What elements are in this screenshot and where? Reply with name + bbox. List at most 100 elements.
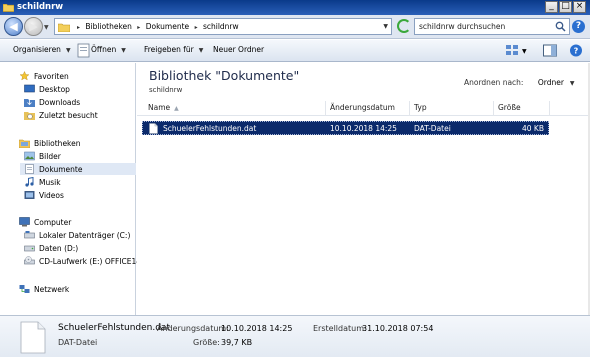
nav-item-computer[interactable]: Computer: [19, 216, 71, 228]
breadcrumb-documents[interactable]: Dokumente: [146, 22, 189, 31]
pictures-icon: [24, 151, 35, 161]
address-bar[interactable]: ▸ Bibliotheken ▸ Dokumente ▸ schildnrw ▼: [54, 18, 392, 35]
details-created-label: Erstelldatum:: [313, 324, 367, 333]
arrange-label: Anordnen nach:: [464, 78, 524, 87]
nav-item-downloads[interactable]: Downloads: [24, 96, 80, 108]
library-title: Bibliothek "Dokumente": [149, 68, 300, 83]
chevron-down-icon: ▼: [65, 47, 71, 54]
details-modified-value: 10.10.2018 14:25: [221, 324, 293, 333]
column-header-type[interactable]: Typ: [414, 103, 427, 112]
details-modified-label: Änderungsdatum:: [157, 324, 229, 333]
open-file-icon: [77, 43, 90, 58]
column-divider[interactable]: [549, 101, 550, 116]
nav-item-desktop[interactable]: Desktop: [24, 83, 70, 95]
help-icon[interactable]: ?: [572, 20, 585, 33]
network-icon: [19, 285, 30, 293]
column-header-name[interactable]: Name ▲: [148, 103, 179, 112]
chevron-right-icon[interactable]: ▸: [137, 24, 140, 31]
view-options-icon[interactable]: [504, 43, 520, 58]
folder-icon: [58, 23, 70, 32]
search-placeholder: schildnrw durchsuchen: [419, 22, 506, 31]
file-row[interactable]: SchuelerFehlstunden.dat 10.10.2018 14:25…: [142, 121, 549, 135]
hard-drive-icon: [24, 245, 35, 252]
nav-item-network[interactable]: Netzwerk: [19, 283, 69, 295]
chevron-down-icon[interactable]: ▼: [522, 48, 527, 55]
help-icon[interactable]: ?: [568, 43, 584, 58]
search-input[interactable]: schildnrw durchsuchen: [414, 18, 570, 35]
details-created-value: 31.10.2018 07:54: [362, 324, 434, 333]
nav-label: Bibliotheken: [34, 138, 81, 148]
history-dropdown-icon[interactable]: ▼: [44, 24, 49, 31]
nav-item-documents[interactable]: Dokumente: [20, 163, 136, 175]
recent-places-icon: [24, 112, 35, 120]
close-button[interactable]: ×: [573, 1, 586, 13]
nav-label: Dokumente: [39, 164, 83, 174]
new-folder-button[interactable]: Neuer Ordner: [213, 45, 264, 54]
downloads-folder-icon: [24, 99, 35, 107]
computer-icon: [19, 217, 30, 227]
nav-item-drive-c[interactable]: Lokaler Datenträger (C:): [24, 229, 130, 241]
svg-text:?: ?: [574, 47, 579, 56]
column-divider[interactable]: [325, 101, 326, 116]
nav-label: CD-Laufwerk (E:) OFFICE14: [39, 256, 142, 266]
share-button[interactable]: Freigeben für ▼: [144, 45, 203, 54]
nav-item-drive-d[interactable]: Daten (D:): [24, 242, 78, 254]
nav-item-libraries[interactable]: Bibliotheken: [19, 137, 81, 149]
title-bar: schildnrw _ □ ×: [0, 0, 590, 15]
column-divider[interactable]: [409, 101, 410, 116]
nav-label: Zuletzt besucht: [39, 110, 98, 120]
hard-drive-icon: [24, 231, 35, 239]
breadcrumb-libraries[interactable]: Bibliotheken: [85, 22, 132, 31]
nav-item-pictures[interactable]: Bilder: [24, 150, 61, 162]
file-modified: 10.10.2018 14:25: [330, 124, 397, 133]
nav-label: Bilder: [39, 151, 61, 161]
organize-label: Organisieren: [13, 45, 61, 54]
breadcrumb: ▸ Bibliotheken ▸ Dokumente ▸ schildnrw: [74, 22, 239, 31]
details-pane: SchuelerFehlstunden.dat DAT-Datei Änderu…: [0, 315, 590, 357]
nav-item-videos[interactable]: Videos: [24, 189, 64, 201]
file-list-pane: Bibliothek "Dokumente" schildnrw Anordne…: [137, 63, 588, 315]
desktop-icon: [24, 84, 35, 93]
column-divider[interactable]: [493, 101, 494, 116]
forward-button[interactable]: ▶: [24, 17, 43, 36]
address-dropdown-icon[interactable]: ▼: [383, 23, 388, 30]
folder-icon: [3, 3, 14, 12]
nav-label: Downloads: [39, 97, 81, 107]
search-icon[interactable]: [555, 21, 566, 32]
open-label: Öffnen: [91, 45, 117, 54]
preview-pane-icon[interactable]: [542, 43, 558, 58]
music-icon: [25, 177, 34, 187]
column-header-size[interactable]: Größe: [498, 103, 521, 112]
nav-label: Netzwerk: [34, 284, 70, 294]
details-size-value: 39,7 KB: [221, 338, 253, 347]
column-header-row: Name ▲ Änderungsdatum Typ Größe: [137, 101, 588, 116]
videos-icon: [24, 191, 35, 199]
arrange-dropdown[interactable]: Ordner: [538, 78, 564, 87]
column-header-modified[interactable]: Änderungsdatum: [330, 103, 395, 112]
back-button[interactable]: ◀: [4, 17, 23, 36]
window-title: schildnrw: [17, 2, 64, 12]
minimize-button[interactable]: _: [545, 1, 558, 13]
chevron-right-icon[interactable]: ▸: [195, 24, 198, 31]
organize-button[interactable]: Organisieren ▼: [13, 45, 71, 54]
maximize-button[interactable]: □: [559, 1, 572, 13]
star-icon: [19, 71, 30, 81]
nav-label: Daten (D:): [39, 243, 79, 253]
details-size-label: Größe:: [193, 338, 220, 347]
documents-icon: [25, 164, 34, 174]
file-size: 40 KB: [522, 124, 544, 133]
details-filename: SchuelerFehlstunden.dat: [58, 323, 170, 333]
nav-item-favorites[interactable]: Favoriten: [19, 70, 69, 82]
nav-label: Computer: [34, 217, 72, 227]
open-button[interactable]: Öffnen ▼: [91, 45, 126, 54]
refresh-icon[interactable]: [397, 19, 411, 33]
nav-item-drive-e[interactable]: CD-Laufwerk (E:) OFFICE14: [24, 255, 141, 267]
breadcrumb-schildnrw[interactable]: schildnrw: [203, 22, 239, 31]
library-subtitle: schildnrw: [149, 86, 183, 94]
nav-item-music[interactable]: Musik: [24, 176, 61, 188]
chevron-down-icon[interactable]: ▼: [570, 80, 575, 87]
nav-label: Musik: [39, 177, 61, 187]
nav-label: Desktop: [39, 84, 70, 94]
nav-item-recent[interactable]: Zuletzt besucht: [24, 109, 98, 121]
navigation-pane: Favoriten Desktop Downloads Zuletzt besu…: [0, 63, 141, 315]
